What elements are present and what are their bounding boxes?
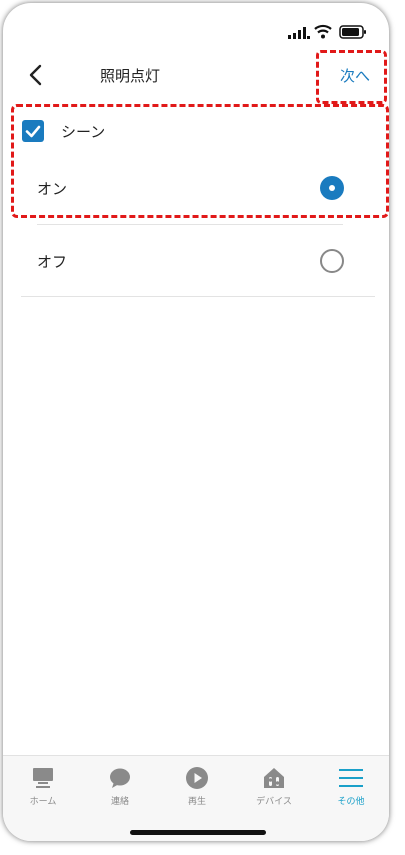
tab-more-label: その他 [337,797,365,807]
tab-devices-label: デバイス [256,797,292,807]
tab-play-label: 再生 [187,797,206,807]
chevron-left-icon [29,64,42,86]
bottom-tab-bar: ホーム 連絡 再生 デバイス その他 [3,755,389,841]
wifi-icon [314,24,332,39]
tab-contacts[interactable]: 連絡 [90,764,150,812]
divider [21,296,375,297]
home-icon [33,768,53,788]
devices-icon [264,768,284,788]
highlight-scene-annotation [11,104,389,218]
chat-bubble-icon [110,768,130,788]
page-title: 照明点灯 [100,67,161,85]
tab-devices[interactable]: デバイス [244,764,304,812]
tab-more[interactable]: その他 [321,764,381,812]
home-indicator [130,830,266,835]
phone-frame: 照明点灯 次へ シーン オン オフ ホーム 連絡 再生 デバイス その他 [3,3,389,841]
play-icon [186,767,208,789]
divider [37,224,343,225]
cellular-signal-icon [288,27,310,39]
tab-home[interactable]: ホーム [13,764,73,812]
battery-icon [339,25,366,39]
tab-contacts-label: 連絡 [110,797,129,807]
tab-play[interactable]: 再生 [167,764,227,812]
back-button[interactable] [23,61,49,89]
option-off[interactable]: オフ [3,242,389,282]
option-off-radio[interactable] [320,249,344,273]
highlight-next-annotation [316,50,387,104]
tab-home-label: ホーム [29,797,57,807]
status-bar [3,3,389,53]
option-off-label: オフ [37,253,68,271]
menu-icon [339,769,363,787]
